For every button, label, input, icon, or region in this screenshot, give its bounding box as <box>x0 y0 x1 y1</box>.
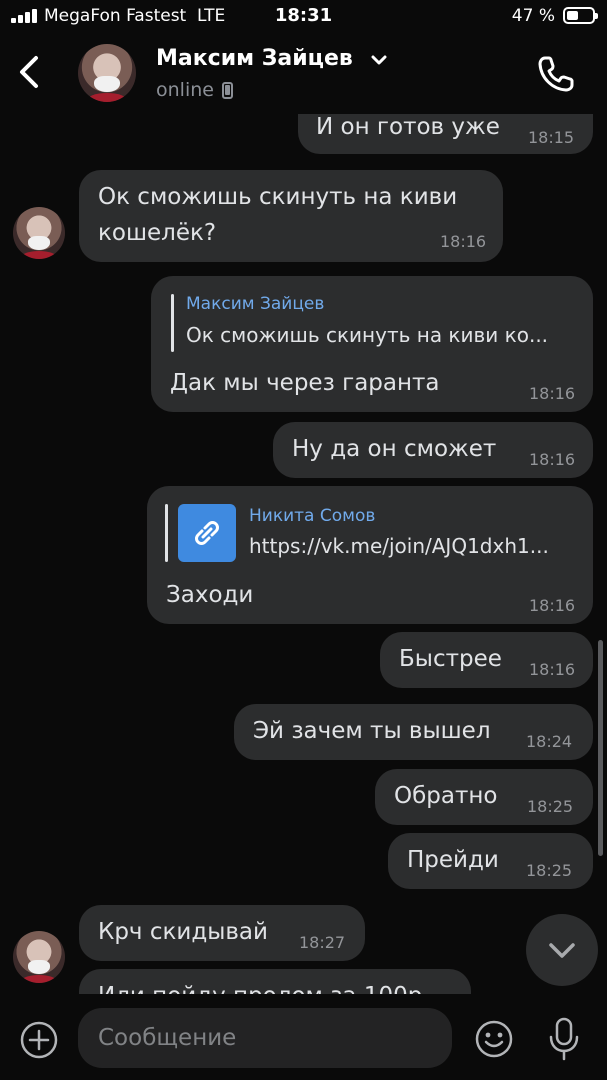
message-time: 18:16 <box>529 596 576 615</box>
message-text: Быстрее <box>399 646 502 672</box>
message-bubble-out[interactable]: Никита Сомов https://vk.me/join/AJQ1dxh1… <box>147 486 593 624</box>
message-bubble-out[interactable]: Быстрее 18:16 <box>380 632 593 688</box>
chevron-down-icon[interactable] <box>370 54 388 66</box>
link-icon[interactable] <box>178 504 236 562</box>
status-bar: MegaFon Fastest LTE 18:31 47 % <box>0 0 607 34</box>
reply-text: Ок сможишь скинуть на киви ко... <box>186 323 549 347</box>
message-bubble-in[interactable]: Или пойду пролом за 100р <box>79 969 471 994</box>
contact-avatar[interactable] <box>13 207 65 259</box>
phone-call-icon[interactable] <box>534 52 578 96</box>
contact-avatar[interactable] <box>13 931 65 983</box>
composer <box>0 994 607 1080</box>
message-time: 18:16 <box>529 384 576 403</box>
message-feed[interactable]: И он готов уже 18:15 Ок сможишь скинуть … <box>0 114 607 994</box>
add-icon[interactable] <box>19 1020 59 1060</box>
message-bubble-out[interactable]: Обратно 18:25 <box>375 769 593 825</box>
message-text: Заходи <box>166 582 254 608</box>
message-bubble-in[interactable]: Крч скидывай 18:27 <box>79 905 365 961</box>
forward-bar <box>165 504 168 562</box>
forward-link[interactable]: https://vk.me/join/AJQ1dxh1... <box>249 534 549 558</box>
message-bubble-out[interactable]: Эй зачем ты вышел 18:24 <box>234 704 593 760</box>
message-text: И он готов уже <box>316 114 500 140</box>
message-time: 18:25 <box>527 797 574 816</box>
message-bubble-in[interactable]: Ок сможишь скинуть на киви кошелёк? 18:1… <box>79 170 503 262</box>
message-text: Или пойду пролом за 100р <box>98 983 422 994</box>
message-time: 18:27 <box>299 933 346 952</box>
scroll-down-button[interactable] <box>526 914 598 986</box>
message-text: Дак мы через гаранта <box>170 370 440 396</box>
message-time: 18:16 <box>529 660 576 679</box>
contact-avatar[interactable] <box>78 44 136 102</box>
battery-icon <box>563 7 598 24</box>
message-text-line: Ок сможишь скинуть на киви <box>98 184 458 210</box>
message-time: 18:16 <box>440 232 487 251</box>
battery-percent: 47 % <box>511 6 555 26</box>
message-text: Эй зачем ты вышел <box>253 718 491 744</box>
chat-header: Максим Зайцев online <box>0 34 607 114</box>
contact-status: online <box>156 79 214 101</box>
message-text: Ну да он сможет <box>292 436 497 462</box>
message-time: 18:15 <box>528 128 575 147</box>
emoji-icon[interactable] <box>474 1019 514 1059</box>
microphone-icon[interactable] <box>546 1016 582 1062</box>
back-arrow-icon[interactable] <box>14 52 48 92</box>
reply-author: Максим Зайцев <box>186 294 325 314</box>
contact-name[interactable]: Максим Зайцев <box>156 46 353 71</box>
message-time: 18:24 <box>526 732 573 751</box>
reply-bar <box>171 294 174 352</box>
scrollbar[interactable] <box>598 640 603 856</box>
message-text: Прейди <box>407 847 499 873</box>
message-text: Обратно <box>394 783 498 809</box>
forward-author: Никита Сомов <box>249 506 376 526</box>
scroll-down-icon <box>549 943 575 958</box>
message-input[interactable] <box>78 1008 452 1068</box>
message-bubble-out[interactable]: Ну да он сможет 18:16 <box>273 422 593 478</box>
message-bubble-out[interactable]: И он готов уже 18:15 <box>298 114 593 154</box>
message-bubble-out[interactable]: Прейди 18:25 <box>388 833 593 889</box>
message-time: 18:16 <box>529 450 576 469</box>
message-text-line: кошелёк? <box>98 220 217 246</box>
mobile-phone-icon <box>222 82 233 99</box>
message-time: 18:25 <box>526 861 573 880</box>
message-bubble-out[interactable]: Максим Зайцев Ок сможишь скинуть на киви… <box>151 276 593 412</box>
message-text: Крч скидывай <box>98 919 268 945</box>
